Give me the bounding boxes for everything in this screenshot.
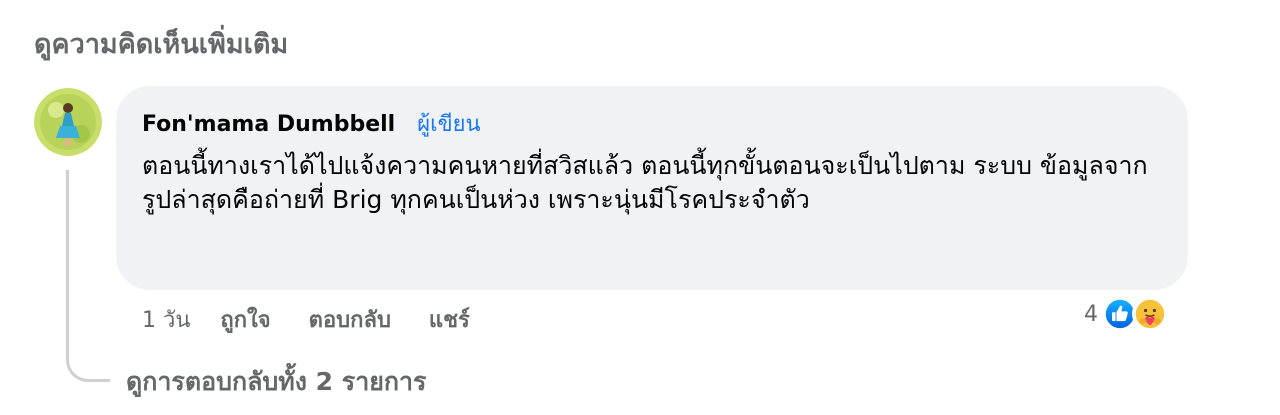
share-button[interactable]: แชร์ <box>429 302 470 337</box>
author-badge: ผู้เขียน <box>417 112 481 137</box>
comment-actions: 1 วัน ถูกใจ ตอบกลับ แชร์ <box>142 302 508 337</box>
reply-thread-line <box>66 170 110 382</box>
comment-header: Fon'mama Dumbbell ผู้เขียน <box>142 106 1160 141</box>
avatar[interactable] <box>34 88 102 156</box>
reply-button[interactable]: ตอบกลับ <box>309 302 391 337</box>
comment-text: ตอนนี้ทางเราได้ไปแจ้งความคนหายที่สวิสแล้… <box>142 151 1148 214</box>
author-name[interactable]: Fon'mama Dumbbell <box>142 112 395 137</box>
comment-bubble: Fon'mama Dumbbell ผู้เขียน ตอนนี้ทางเราไ… <box>116 86 1188 290</box>
view-more-comments-link[interactable]: ดูความคิดเห็นเพิ่มเติม <box>34 22 288 65</box>
like-button[interactable]: ถูกใจ <box>220 302 270 337</box>
comment-timestamp[interactable]: 1 วัน <box>142 302 190 337</box>
view-replies-link[interactable]: ดูการตอบกลับทั้ง 2 รายการ <box>126 362 427 402</box>
care-icon <box>1132 296 1168 332</box>
reaction-count: 4 <box>1084 301 1098 327</box>
reactions-summary[interactable]: 4 <box>1084 296 1168 332</box>
